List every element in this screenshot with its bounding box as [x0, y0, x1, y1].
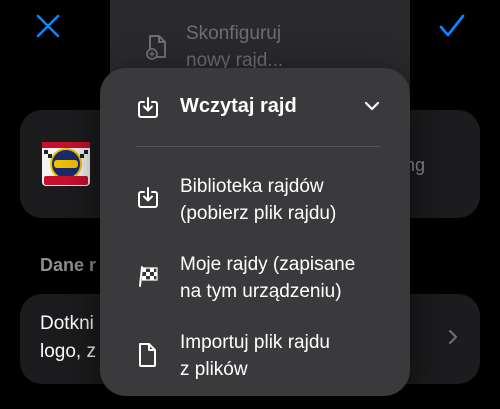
menu-item-line-2: z plików [180, 359, 248, 380]
cancel-button[interactable] [28, 6, 68, 46]
load-rally-header[interactable]: Wczytaj rajd [100, 68, 410, 144]
download-tray-icon [138, 97, 158, 118]
logo-card-line-1: Dotkni [40, 313, 94, 334]
menu-item-line-2: (pobierz plik rajdu) [180, 203, 337, 224]
new-document-icon [146, 35, 166, 60]
chevron-down-icon [364, 101, 380, 111]
menu-divider [136, 146, 380, 147]
menu-item-line-1: Moje rajdy (zapisane [180, 254, 356, 275]
menu-item-line-2: na tym urządzeniu) [180, 281, 342, 302]
menu-item-label: Biblioteka rajdów (pobierz plik rajdu) [180, 173, 395, 227]
confirm-button[interactable] [432, 6, 472, 46]
logo-card-line-2: logo, z [40, 341, 96, 362]
menu-item-import-file[interactable]: Importuj plik rajdu z plików [100, 324, 410, 400]
menu-item-my-rallies[interactable]: Moje rajdy (zapisane na tym urządzeniu) [100, 246, 410, 322]
configure-rally-line-1: Skonfiguruj [186, 23, 282, 44]
rally-logo [40, 138, 92, 190]
checkered-flag-icon [139, 266, 158, 287]
checkmark-icon [439, 14, 465, 37]
menu-item-label: Importuj plik rajdu z plików [180, 329, 395, 383]
section-label: Dane r [40, 255, 97, 275]
download-tray-icon [138, 187, 158, 208]
close-icon [36, 14, 60, 38]
load-rally-title: Wczytaj rajd [180, 95, 297, 117]
menu-item-line-1: Importuj plik rajdu [180, 332, 330, 353]
menu-item-label: Moje rajdy (zapisane na tym urządzeniu) [180, 251, 395, 305]
load-rally-menu: Wczytaj rajd Biblioteka rajdów (pobierz … [100, 68, 410, 396]
document-icon [139, 343, 156, 367]
configure-rally-label: Skonfiguruj nowy rajd... [186, 20, 386, 74]
chevron-right-icon [448, 329, 458, 345]
menu-item-line-1: Biblioteka rajdów [180, 176, 324, 197]
menu-item-rally-library[interactable]: Biblioteka rajdów (pobierz plik rajdu) [100, 168, 410, 244]
